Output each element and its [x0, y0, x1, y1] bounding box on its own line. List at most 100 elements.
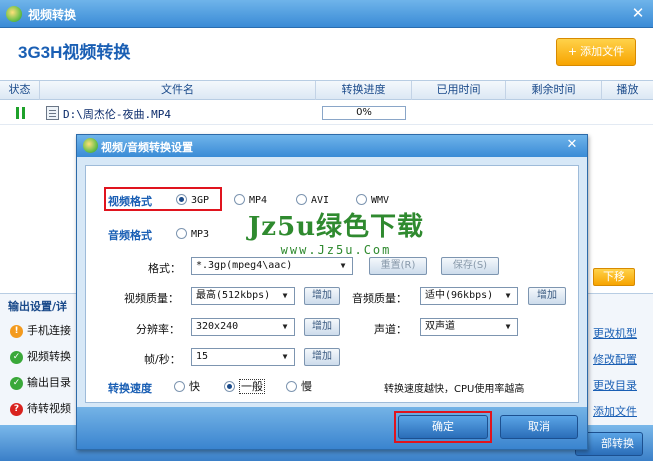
- close-icon[interactable]: ✕: [629, 4, 647, 22]
- video-format-label: 视频格式: [108, 195, 152, 208]
- window-title: 视频转换: [28, 8, 77, 22]
- radio-selected-icon: [224, 381, 235, 392]
- radio-label: MP4: [249, 195, 268, 206]
- audio-format-label: 音频格式: [108, 229, 152, 242]
- channel-label: 声道：: [374, 323, 407, 336]
- resolution-select[interactable]: 320x240 ▼: [191, 318, 295, 336]
- radio-wmv[interactable]: WMV: [356, 193, 389, 209]
- chevron-down-icon: ▼: [505, 291, 511, 300]
- setting-row-phone: ! 手机连接: [10, 322, 71, 340]
- col-remaining[interactable]: 剩余时间: [506, 81, 602, 100]
- setting-row-pending: ? 待转视频: [10, 400, 71, 418]
- radio-icon: [174, 381, 185, 392]
- reset-button[interactable]: 重置(R): [369, 257, 427, 275]
- modify-config-link[interactable]: 修改配置: [593, 351, 637, 367]
- radio-selected-icon: [176, 194, 187, 205]
- channel-select[interactable]: 双声道 ▼: [420, 318, 518, 336]
- conversion-settings-dialog: 视频/音频转换设置 ✕ 视频格式 3GP MP4 AVI WMV 音频格式 MP…: [76, 134, 588, 450]
- col-filename[interactable]: 文件名: [40, 81, 316, 100]
- ok-button[interactable]: 确定: [398, 415, 488, 439]
- increase-resolution-button[interactable]: 增加: [304, 318, 340, 336]
- radio-speed-normal[interactable]: 一般: [224, 379, 265, 395]
- dialog-title: 视频/音频转换设置: [101, 141, 194, 154]
- radio-avi[interactable]: AVI: [296, 193, 329, 209]
- format-label: 格式：: [148, 262, 181, 275]
- radio-label: 慢: [301, 380, 312, 393]
- plus-icon: +: [567, 45, 578, 58]
- app-logo-icon: [6, 6, 22, 22]
- radio-3gp[interactable]: 3GP: [176, 193, 209, 209]
- radio-label: WMV: [371, 195, 390, 206]
- radio-label: AVI: [311, 195, 330, 206]
- watermark-line2: www.Jz5u.Com: [280, 243, 392, 257]
- setting-text: 输出目录: [27, 376, 71, 389]
- table-row[interactable]: D:\周杰伦-夜曲.MP4 0%: [0, 101, 653, 125]
- increase-audio-quality-button[interactable]: 增加: [528, 287, 566, 305]
- channel-value: 双声道: [425, 321, 455, 332]
- audio-quality-select[interactable]: 适中(96kbps) ▼: [420, 287, 518, 305]
- file-name: D:\周杰伦-夜曲.MP4: [63, 108, 171, 121]
- add-file-button[interactable]: + 添加文件: [556, 38, 636, 66]
- radio-icon: [176, 228, 187, 239]
- increase-fps-button[interactable]: 增加: [304, 348, 340, 366]
- col-status[interactable]: 状态: [0, 81, 40, 100]
- pause-icon[interactable]: [16, 107, 26, 119]
- change-model-link[interactable]: 更改机型: [593, 325, 637, 341]
- app-logo-icon: [83, 138, 98, 153]
- check-icon: ✓: [10, 350, 23, 364]
- audio-quality-label: 音频质量：: [352, 292, 407, 305]
- dialog-title-bar: 视频/音频转换设置 ✕: [77, 135, 587, 157]
- move-down-button[interactable]: 下移: [593, 268, 635, 286]
- radio-icon: [286, 381, 297, 392]
- dialog-footer: 确定 取消: [77, 407, 587, 449]
- video-quality-label: 视频质量：: [124, 292, 179, 305]
- radio-icon: [356, 194, 367, 205]
- resolution-label: 分辨率：: [136, 323, 180, 336]
- fps-value: 15: [196, 351, 209, 362]
- chevron-down-icon: ▼: [340, 261, 346, 270]
- warning-icon: !: [10, 324, 23, 338]
- video-quality-select[interactable]: 最高(512kbps) ▼: [191, 287, 295, 305]
- check-icon: ✓: [10, 376, 23, 390]
- save-button[interactable]: 保存(S): [441, 257, 499, 275]
- radio-speed-slow[interactable]: 慢: [286, 379, 312, 395]
- watermark: Jz5u绿色下载 www.Jz5u.Com: [248, 206, 424, 257]
- fps-label: 帧/秒：: [144, 353, 181, 366]
- video-file-icon: [46, 106, 59, 120]
- radio-speed-fast[interactable]: 快: [174, 379, 200, 395]
- radio-mp3[interactable]: MP3: [176, 227, 209, 243]
- change-dir-link[interactable]: 更改目录: [593, 377, 637, 393]
- main-title-bar: 视频转换 ✕: [0, 0, 653, 28]
- table-header: 状态 文件名 转换进度 已用时间 剩余时间 播放: [0, 80, 653, 100]
- audio-quality-value: 适中(96kbps): [425, 290, 494, 301]
- close-icon[interactable]: ✕: [565, 137, 579, 153]
- radio-mp4[interactable]: MP4: [234, 193, 267, 209]
- setting-row-video: ✓ 视频转换: [10, 348, 71, 366]
- watermark-line1: Jz5u绿色下载: [248, 212, 425, 242]
- col-progress[interactable]: 转换进度: [316, 81, 412, 100]
- fps-select[interactable]: 15 ▼: [191, 348, 295, 366]
- radio-label: 3GP: [191, 195, 210, 206]
- setting-text: 手机连接: [27, 324, 71, 337]
- speed-label: 转换速度: [108, 382, 152, 395]
- error-icon: ?: [10, 402, 23, 416]
- chevron-down-icon: ▼: [282, 352, 288, 361]
- col-elapsed[interactable]: 已用时间: [412, 81, 506, 100]
- progress-bar: 0%: [322, 106, 406, 120]
- setting-row-output: ✓ 输出目录: [10, 374, 71, 392]
- speed-note: 转换速度越快，CPU使用率越高: [384, 384, 525, 395]
- format-value: *.3gp(mpeg4\aac): [196, 260, 293, 271]
- cancel-button[interactable]: 取消: [500, 415, 578, 439]
- format-select[interactable]: *.3gp(mpeg4\aac) ▼: [191, 257, 353, 275]
- chevron-down-icon: ▼: [282, 322, 288, 331]
- resolution-value: 320x240: [196, 321, 239, 332]
- radio-icon: [296, 194, 307, 205]
- chevron-down-icon: ▼: [505, 322, 511, 331]
- increase-video-quality-button[interactable]: 增加: [304, 287, 340, 305]
- setting-text: 待转视频: [27, 402, 71, 415]
- app-heading: 3G3H视频转换: [18, 43, 131, 62]
- radio-label: 一般: [239, 379, 265, 394]
- header: 3G3H视频转换 + 添加文件: [0, 28, 653, 80]
- add-file-link[interactable]: 添加文件: [593, 403, 637, 419]
- col-play[interactable]: 播放: [602, 81, 653, 100]
